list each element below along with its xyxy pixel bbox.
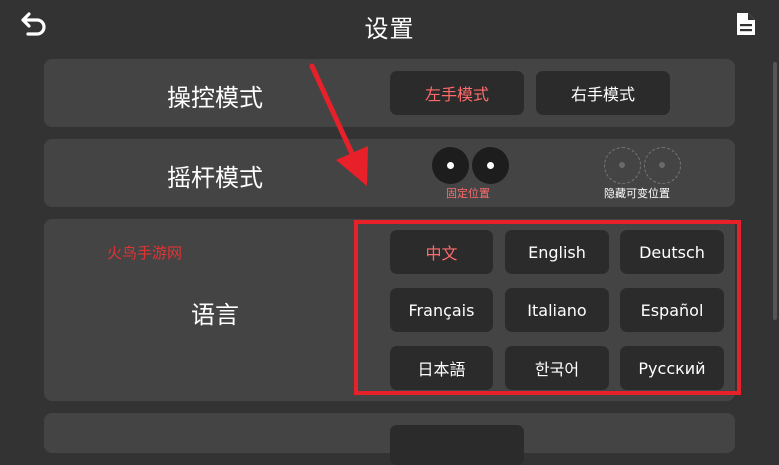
fixed-position-caption: 固定位置 bbox=[446, 187, 490, 200]
control-mode-panel: 操控模式 左手模式 右手模式 bbox=[44, 59, 735, 127]
annotation-arrow-icon bbox=[309, 63, 368, 186]
header-bar: 设置 bbox=[0, 0, 779, 50]
hidden-variable-position-option[interactable]: 隐藏可变位置 bbox=[600, 145, 700, 205]
joystick-hidden-right-icon bbox=[644, 147, 681, 184]
hidden-position-caption: 隐藏可变位置 bbox=[604, 187, 670, 200]
scrollbar-thumb[interactable] bbox=[773, 62, 777, 320]
joystick-fixed-left-icon bbox=[432, 147, 469, 184]
joystick-mode-label: 摇杆模式 bbox=[167, 164, 263, 192]
left-hand-mode-button[interactable]: 左手模式 bbox=[390, 71, 524, 115]
next-settings-panel bbox=[44, 413, 735, 465]
fixed-position-option[interactable]: 固定位置 bbox=[424, 145, 524, 205]
language-label: 语言 bbox=[191, 301, 239, 329]
right-hand-mode-button[interactable]: 右手模式 bbox=[536, 71, 670, 115]
language-highlight-box bbox=[354, 220, 741, 395]
joystick-mode-panel: 摇杆模式 固定位置 隐藏可变位置 bbox=[44, 139, 735, 207]
watermark-text: 火鸟手游网 bbox=[107, 244, 183, 262]
next-panel-button[interactable] bbox=[390, 425, 524, 465]
page-title: 设置 bbox=[364, 15, 415, 43]
document-icon bbox=[737, 13, 755, 35]
document-button[interactable] bbox=[735, 11, 757, 37]
control-mode-label: 操控模式 bbox=[167, 84, 263, 112]
joystick-fixed-right-icon bbox=[472, 147, 509, 184]
joystick-hidden-left-icon bbox=[604, 147, 641, 184]
